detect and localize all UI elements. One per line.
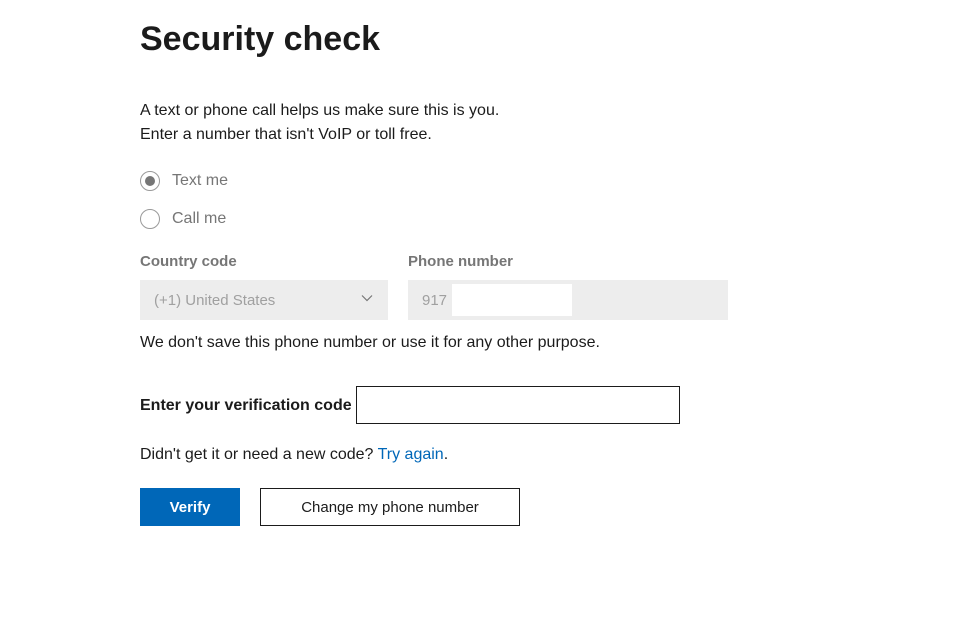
radio-label-text: Text me <box>172 172 228 190</box>
button-row: Verify Change my phone number <box>140 488 816 526</box>
phone-redacted-region <box>452 284 572 316</box>
country-group: Country code (+1) United States <box>140 253 388 320</box>
country-value: (+1) United States <box>154 292 360 309</box>
page-title: Security check <box>140 20 816 59</box>
country-label: Country code <box>140 253 388 270</box>
retry-text: Didn't get it or need a new code? Try ag… <box>140 446 816 464</box>
radio-icon <box>140 209 160 229</box>
retry-suffix: . <box>444 446 448 463</box>
try-again-link[interactable]: Try again <box>378 446 444 463</box>
verification-label: Enter your verification code <box>140 397 352 414</box>
phone-group: Phone number 917 <box>408 253 728 320</box>
verification-code-input[interactable] <box>356 386 680 424</box>
retry-prefix: Didn't get it or need a new code? <box>140 446 378 463</box>
chevron-down-icon <box>360 291 374 310</box>
intro-line1: A text or phone call helps us make sure … <box>140 102 499 119</box>
verify-button[interactable]: Verify <box>140 488 240 526</box>
country-select[interactable]: (+1) United States <box>140 280 388 320</box>
intro-line2: Enter a number that isn't VoIP or toll f… <box>140 126 432 143</box>
contact-method-group: Text me Call me <box>140 171 816 229</box>
change-phone-button[interactable]: Change my phone number <box>260 488 520 526</box>
radio-call-me[interactable]: Call me <box>140 209 816 229</box>
phone-form-row: Country code (+1) United States Phone nu… <box>140 253 816 320</box>
phone-value: 917 <box>422 292 447 309</box>
disclaimer-text: We don't save this phone number or use i… <box>140 334 816 352</box>
phone-label: Phone number <box>408 253 728 270</box>
phone-input[interactable]: 917 <box>408 280 728 320</box>
radio-label-call: Call me <box>172 210 226 228</box>
radio-text-me[interactable]: Text me <box>140 171 816 191</box>
radio-icon <box>140 171 160 191</box>
intro-text: A text or phone call helps us make sure … <box>140 99 816 147</box>
